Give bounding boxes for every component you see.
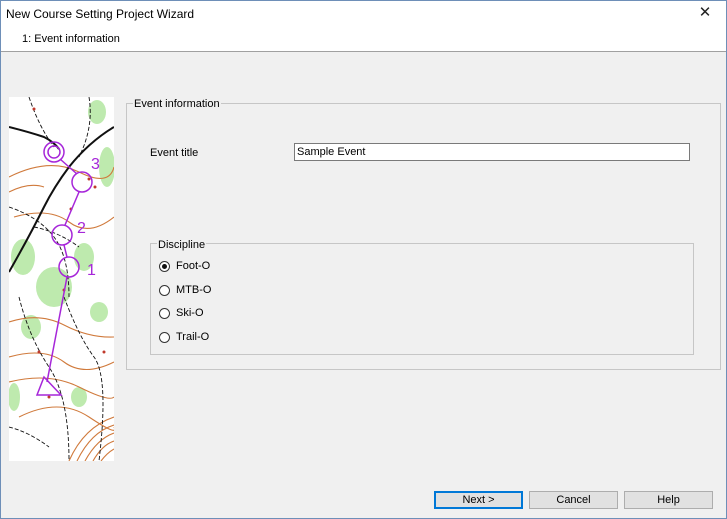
next-button[interactable]: Next > bbox=[434, 491, 523, 509]
cancel-button[interactable]: Cancel bbox=[529, 491, 618, 509]
radio-label-foot-o: Foot-O bbox=[176, 260, 211, 272]
radio-foot-o[interactable]: Foot-O bbox=[159, 259, 210, 273]
orienteering-map-image: 3 2 1 bbox=[9, 97, 114, 461]
radio-ski-o[interactable]: Ski-O bbox=[159, 306, 204, 320]
radio-label-trail-o: Trail-O bbox=[176, 331, 210, 343]
radio-label-mtb-o: MTB-O bbox=[176, 284, 212, 296]
wizard-step-title: 1: Event information bbox=[22, 33, 120, 45]
help-button[interactable]: Help bbox=[624, 491, 713, 509]
control-number-3: 3 bbox=[91, 156, 100, 173]
radio-button[interactable] bbox=[159, 331, 170, 343]
close-icon[interactable]: ✕ bbox=[694, 4, 716, 22]
radio-button-checked[interactable] bbox=[159, 260, 170, 272]
radio-button[interactable] bbox=[159, 284, 170, 296]
window-title: New Course Setting Project Wizard bbox=[6, 7, 195, 21]
discipline-legend: Discipline bbox=[157, 239, 207, 251]
radio-trail-o[interactable]: Trail-O bbox=[159, 330, 209, 344]
discipline-group bbox=[150, 243, 694, 355]
title-bar: New Course Setting Project Wizard 1: Eve… bbox=[1, 1, 726, 52]
event-information-legend: Event information bbox=[133, 98, 221, 110]
radio-button[interactable] bbox=[159, 307, 170, 319]
control-number-1: 1 bbox=[87, 262, 96, 279]
radio-mtb-o[interactable]: MTB-O bbox=[159, 283, 211, 297]
map-graphic: 3 2 1 bbox=[9, 97, 114, 461]
event-title-input[interactable] bbox=[294, 143, 690, 161]
radio-label-ski-o: Ski-O bbox=[176, 307, 204, 319]
event-title-label: Event title bbox=[150, 147, 199, 159]
control-number-2: 2 bbox=[77, 220, 86, 237]
